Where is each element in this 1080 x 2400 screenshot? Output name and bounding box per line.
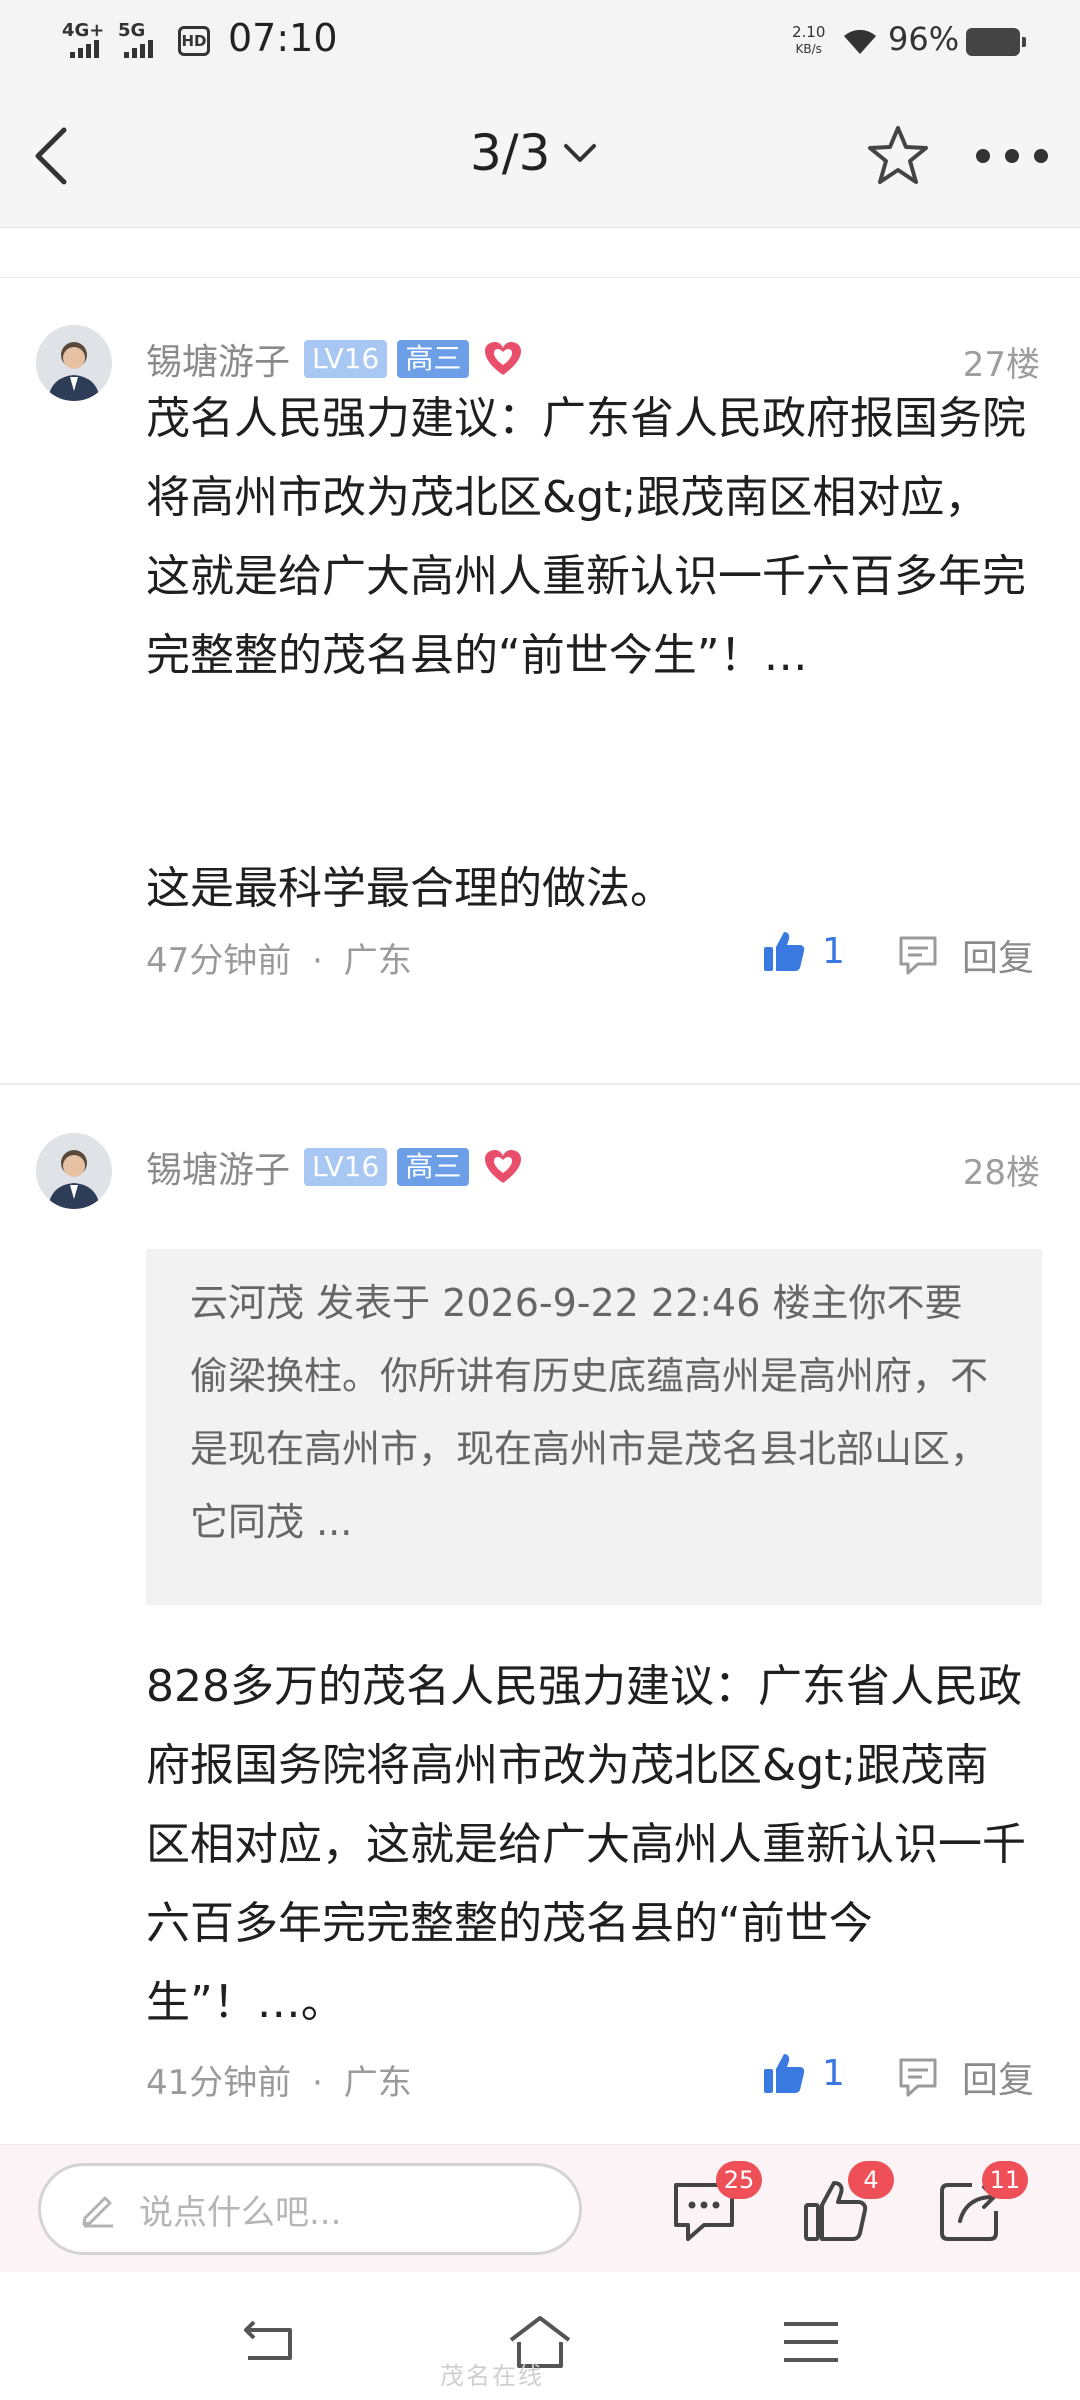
author-info: 锡塘游子 LV16 高三 (146, 333, 523, 385)
top-nav-bar: 3/3 (0, 84, 1080, 228)
status-bar: 4G+ 5G HD 07:10 2.10 KB/s 96% (0, 0, 1080, 84)
pencil-icon (82, 2196, 113, 2228)
avatar[interactable] (36, 325, 112, 401)
more-dots-icon[interactable] (976, 136, 1048, 176)
post-time-location: 41分钟前 · 广东 (146, 2055, 412, 2104)
battery-icon (966, 28, 1026, 56)
post-content-extra: 这是最科学最合理的做法。 (146, 863, 674, 914)
avatar[interactable] (36, 1133, 112, 1209)
post-location: 广东 (343, 2063, 412, 2103)
bottom-action-bar: 说点什么吧... 25 4 11 (0, 2144, 1080, 2272)
signal-bars-1-icon (70, 40, 99, 58)
thumbs-up-icon (764, 2054, 805, 2093)
like-count: 1 (822, 930, 845, 972)
page-selector[interactable]: 3/3 (470, 124, 598, 182)
post-time-location: 47分钟前 · 广东 (146, 933, 412, 982)
comment-icon (899, 936, 937, 975)
level-badge: LV16 (304, 1148, 388, 1186)
comment-icon (899, 2058, 937, 2097)
hd-voice-icon: HD (178, 26, 210, 56)
speed-value: 2.10 (792, 23, 826, 41)
input-placeholder: 说点什么吧... (139, 2192, 342, 2233)
reply-button[interactable]: 回复 (896, 929, 1034, 981)
signal-bars-2-icon (124, 40, 153, 58)
like-count: 1 (822, 2052, 845, 2094)
author-name[interactable]: 锡塘游子 (146, 1141, 290, 1193)
reply-label: 回复 (962, 2060, 1035, 2101)
reply-button[interactable]: 回复 (896, 2051, 1034, 2103)
battery-percent: 96% (888, 20, 960, 58)
system-back-icon[interactable] (234, 2312, 304, 2372)
speed-unit: KB/s (795, 42, 822, 56)
reply-label: 回复 (962, 938, 1035, 979)
system-menu-icon[interactable] (776, 2312, 846, 2372)
back-arrow-icon[interactable] (24, 120, 84, 192)
quote-text: 云河茂 发表于 2026-9-22 22:46 楼主你不要偷梁换柱。你所讲有历史… (190, 1281, 989, 1544)
reply-post-28: 锡塘游子 LV16 高三 28楼 云河茂 发表于 2026-9-22 22:46… (0, 1087, 1080, 2144)
chevron-down-icon (564, 144, 597, 162)
likes-count-badge: 4 (848, 2161, 894, 2199)
post-meta: 47分钟前 · 广东 1 回复 (146, 925, 1040, 985)
thumbs-up-icon (764, 932, 805, 971)
shares-count-badge: 11 (982, 2161, 1028, 2199)
post-location: 广东 (343, 941, 412, 981)
quoted-reply[interactable]: 云河茂 发表于 2026-9-22 22:46 楼主你不要偷梁换柱。你所讲有历史… (146, 1249, 1042, 1605)
star-icon[interactable] (866, 124, 930, 188)
site-watermark: 茂名在线 (440, 2362, 544, 2390)
post-meta: 41分钟前 · 广东 1 回复 (146, 2047, 1040, 2107)
system-navigation-bar: 茂名在线 (0, 2272, 1080, 2400)
like-post-button[interactable]: 4 (800, 2161, 894, 2247)
like-button[interactable]: 1 (762, 929, 845, 973)
network-type-1: 4G+ (62, 20, 105, 41)
comment-input[interactable]: 说点什么吧... (38, 2163, 582, 2255)
clock: 07:10 (228, 16, 338, 60)
heart-badge-icon (485, 1150, 522, 1183)
like-button[interactable]: 1 (762, 2051, 845, 2095)
meta-separator: · (312, 2063, 323, 2103)
grade-badge: 高三 (397, 340, 470, 378)
divider-band (0, 228, 1080, 278)
meta-separator: · (312, 941, 323, 981)
comments-count-badge: 25 (716, 2161, 762, 2199)
network-speed: 2.10 KB/s (792, 24, 825, 58)
post-content: 828多万的茂名人民强力建议：广东省人民政府报国务院将高州市改为茂北区&gt;跟… (146, 1661, 1026, 2028)
post-content: 茂名人民强力建议：广东省人民政府报国务院将高州市改为茂北区&gt;跟茂南区相对应… (146, 393, 1026, 681)
author-name[interactable]: 锡塘游子 (146, 333, 290, 385)
reply-post-27: 锡塘游子 LV16 高三 27楼 茂名人民强力建议：广东省人民政府报国务院将高州… (0, 279, 1080, 1085)
network-type-2: 5G (118, 20, 146, 41)
heart-badge-icon (485, 342, 522, 375)
author-info: 锡塘游子 LV16 高三 (146, 1141, 523, 1193)
wifi-icon (844, 29, 876, 54)
post-time: 47分钟前 (146, 941, 292, 981)
post-time: 41分钟前 (146, 2063, 292, 2103)
share-button[interactable]: 11 (934, 2161, 1028, 2247)
grade-badge: 高三 (397, 1148, 470, 1186)
level-badge: LV16 (304, 340, 388, 378)
floor-number: 28楼 (962, 1153, 1040, 1193)
page-indicator: 3/3 (470, 124, 551, 182)
comments-button[interactable]: 25 (668, 2161, 762, 2247)
